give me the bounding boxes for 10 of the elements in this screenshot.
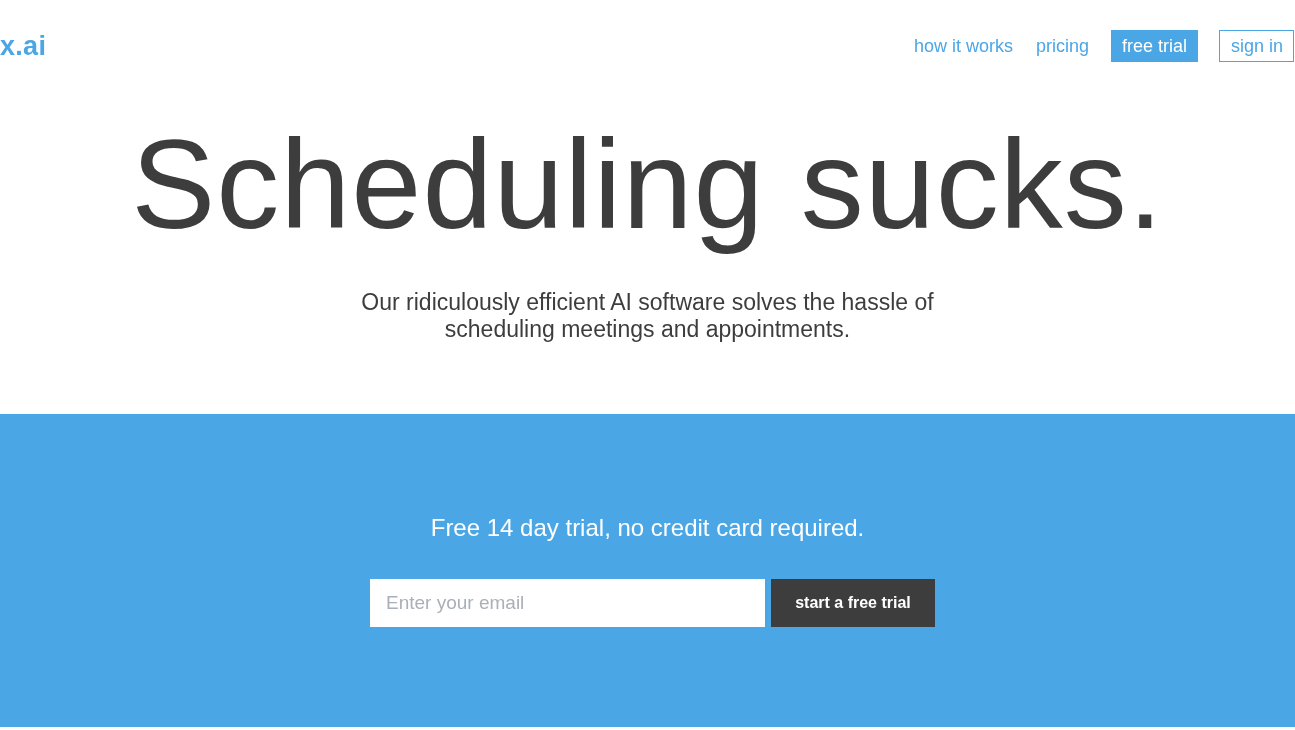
subtitle: Our ridiculously efficient AI software solves the hassle of scheduling meetings and appointments. [360,288,935,343]
nav-button[interactable]: free trial [1110,30,1198,62]
nav-link[interactable]: pricing [1034,30,1090,62]
email-field[interactable]: Enter your email [370,579,765,627]
tagline: Free 14 day trial, no credit card required. [430,513,865,543]
nav-link[interactable]: how it works [912,30,1014,62]
nav-button[interactable]: sign in [1218,30,1294,62]
headline: Scheduling sucks. [131,113,1164,257]
start-trial-button[interactable]: start a free trial [771,579,935,627]
logo[interactable]: x.ai [0,32,47,60]
